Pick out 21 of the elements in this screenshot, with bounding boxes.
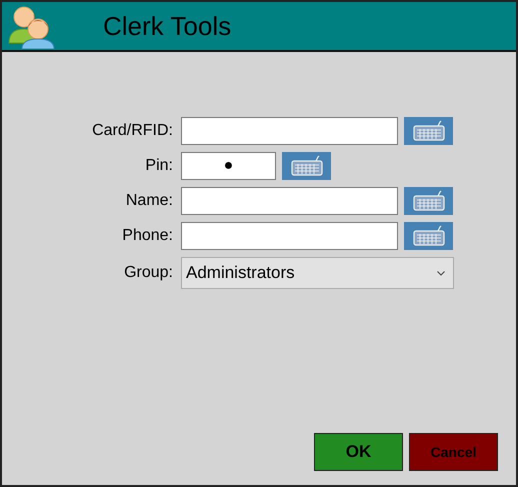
input-field[interactable] xyxy=(181,222,398,250)
field-label: Name: xyxy=(124,192,173,210)
keyboard-icon xyxy=(290,155,324,177)
keyboard-icon xyxy=(412,120,446,142)
input-field[interactable] xyxy=(181,117,398,145)
keyboard-button[interactable] xyxy=(404,222,453,250)
field-label: Phone: xyxy=(121,227,173,245)
field-label: Card/RFID: xyxy=(91,122,173,140)
keyboard-button[interactable] xyxy=(282,152,331,180)
group-dropdown[interactable]: Administrators xyxy=(181,257,454,289)
field-label: Group: xyxy=(123,264,173,282)
keyboard-icon xyxy=(412,190,446,212)
pin-field[interactable]: ● xyxy=(181,152,276,180)
keyboard-button[interactable] xyxy=(404,187,453,215)
chevron-icon xyxy=(437,270,445,276)
ok-button[interactable]: OK xyxy=(314,433,403,471)
keyboard-icon xyxy=(412,225,446,247)
keyboard-button[interactable] xyxy=(404,117,453,145)
input-field[interactable] xyxy=(181,187,398,215)
window-title: Clerk Tools xyxy=(103,10,232,42)
field-label: Pin: xyxy=(144,157,173,175)
